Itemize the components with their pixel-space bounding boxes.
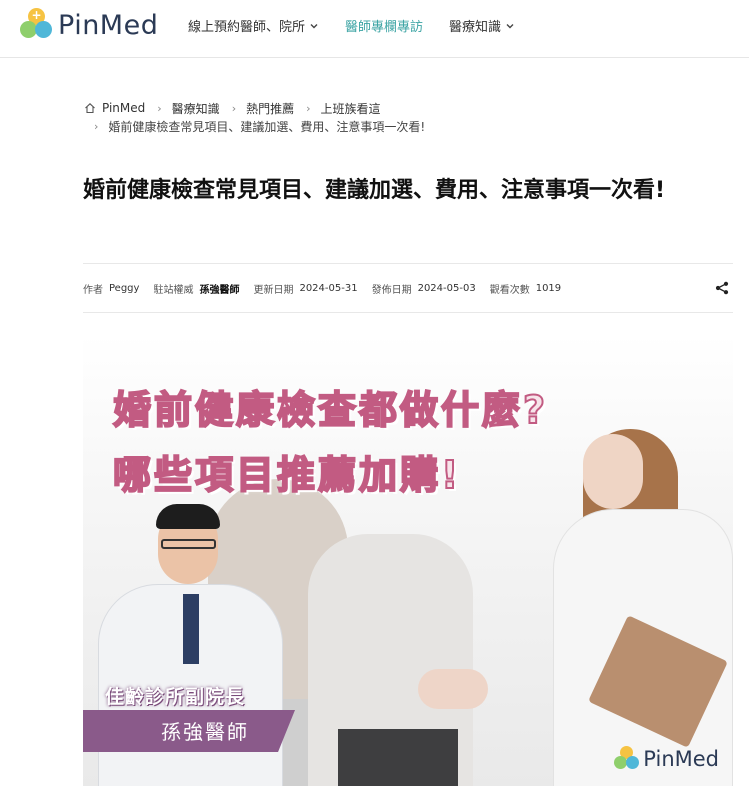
author-name[interactable]: Peggy	[109, 283, 139, 294]
doctor-name-tag: 佳齡診所副院長 孫強醫師	[83, 682, 298, 772]
nav-item-medical-knowledge-label: 醫療知識	[449, 20, 502, 35]
watermark-text: PinMed	[643, 747, 719, 771]
views-count: 1019	[535, 282, 562, 294]
doctor-name: 孫強醫師	[161, 720, 249, 744]
nav-item-medical-knowledge[interactable]: 醫療知識	[449, 16, 515, 35]
site-header: + PinMed 線上預約醫師、院所 醫師專欄專訪 醫療知識	[0, 0, 749, 58]
updated-label: 更新日期	[253, 284, 294, 296]
breadcrumb-current: 婚前健康檢查常見項目、建議加選、費用、注意事項一次看!	[108, 119, 426, 134]
chevron-down-icon	[310, 23, 318, 28]
doctor-role: 佳齡診所副院長	[105, 686, 246, 708]
hero-handshake	[418, 669, 488, 709]
views-label: 觀看次數	[489, 284, 530, 296]
article-meta: 作者 Peggy 駐站權威 孫強醫師 更新日期 2024-05-31 發佈日期 …	[83, 263, 733, 313]
pinmed-logo-mark-icon	[614, 746, 640, 772]
hero-doctor-glasses	[161, 539, 216, 549]
pinmed-watermark: PinMed	[614, 746, 719, 772]
hero-doctor-hair	[156, 504, 220, 529]
hero-headline-1: 婚前健康檢查都做什麼?	[112, 387, 549, 433]
hero-figure-man-pants	[338, 729, 458, 786]
pinmed-logo-mark-icon: +	[20, 8, 54, 42]
nav-item-booking-label: 線上預約醫師、院所	[188, 20, 306, 35]
hero-headline-2: 哪些項目推薦加購!	[112, 452, 462, 498]
author-label: 作者	[83, 284, 103, 296]
breadcrumb: PinMed › 醫療知識 › 熱門推薦 › 上班族看這 › 婚前健康檢查常見項…	[84, 99, 425, 135]
pinmed-logo[interactable]: + PinMed	[20, 8, 158, 42]
share-icon[interactable]	[715, 281, 729, 295]
chevron-right-icon: ›	[306, 101, 311, 115]
chevron-right-icon: ›	[94, 119, 99, 133]
chevron-down-icon	[506, 23, 514, 28]
breadcrumb-item-popular[interactable]: 熱門推薦	[246, 100, 294, 117]
main-nav: 線上預約醫師、院所 醫師專欄專訪 醫療知識	[188, 16, 541, 35]
chevron-right-icon: ›	[231, 101, 237, 115]
article-title: 婚前健康檢查常見項目、建議加選、費用、注意事項一次看!	[83, 178, 666, 203]
nav-item-columns-label: 醫師專欄專訪	[345, 20, 424, 35]
published-label: 發佈日期	[371, 284, 412, 296]
hero-doctor-tie	[183, 594, 199, 664]
nav-item-columns[interactable]: 醫師專欄專訪	[345, 16, 423, 35]
breadcrumb-item-medical-knowledge[interactable]: 醫療知識	[172, 100, 220, 117]
breadcrumb-item-office-workers[interactable]: 上班族看這	[321, 100, 381, 117]
home-icon	[85, 103, 95, 114]
hero-figure-female-doctor-face	[583, 434, 643, 509]
pinmed-logo-text: PinMed	[58, 9, 159, 41]
breadcrumb-home[interactable]: PinMed	[102, 101, 145, 115]
authority-label: 駐站權威	[153, 284, 194, 296]
hero-image: 婚前健康檢查都做什麼? 哪些項目推薦加購! 佳齡診所副院長 孫強醫師 PinMe…	[83, 334, 733, 786]
updated-date: 2024-05-31	[299, 282, 358, 294]
published-date: 2024-05-03	[417, 282, 476, 294]
authority-name[interactable]: 孫強醫師	[199, 281, 239, 296]
nav-item-booking[interactable]: 線上預約醫師、院所	[188, 16, 319, 35]
chevron-right-icon: ›	[157, 101, 162, 115]
